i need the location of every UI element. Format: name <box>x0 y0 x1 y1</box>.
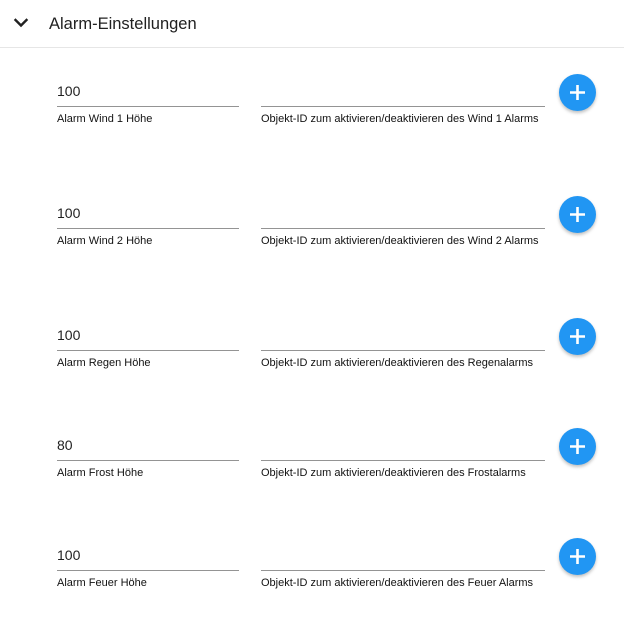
object-id-field[interactable] <box>261 431 545 461</box>
alarm-value-label: Alarm Frost Höhe <box>57 467 144 479</box>
alarm-row-wind-2: Alarm Wind 2 Höhe Objekt-ID zum aktivier… <box>0 196 624 279</box>
chevron-down-icon[interactable] <box>12 14 30 32</box>
object-id-field[interactable] <box>261 321 545 351</box>
alarm-value-input[interactable] <box>57 77 239 105</box>
plus-icon <box>570 439 585 454</box>
alarm-row-fire: Alarm Feuer Höhe Objekt-ID zum aktiviere… <box>0 538 624 621</box>
select-object-id-button[interactable] <box>559 196 596 233</box>
object-id-label: Objekt-ID zum aktivieren/deaktivieren de… <box>261 467 526 479</box>
alarm-value-input[interactable] <box>57 541 239 569</box>
plus-icon <box>570 549 585 564</box>
alarm-value-field[interactable] <box>57 199 239 229</box>
object-id-label: Objekt-ID zum aktivieren/deaktivieren de… <box>261 357 534 369</box>
object-id-label: Objekt-ID zum aktivieren/deaktivieren de… <box>261 113 539 125</box>
plus-icon <box>570 85 585 100</box>
alarm-row-frost: Alarm Frost Höhe Objekt-ID zum aktiviere… <box>0 428 624 511</box>
object-id-field[interactable] <box>261 199 545 229</box>
object-id-label: Objekt-ID zum aktivieren/deaktivieren de… <box>261 577 534 589</box>
object-id-input[interactable] <box>261 431 545 459</box>
object-id-input[interactable] <box>261 541 545 569</box>
object-id-field[interactable] <box>261 541 545 571</box>
alarm-value-label: Alarm Wind 2 Höhe <box>57 235 153 247</box>
alarm-value-field[interactable] <box>57 321 239 351</box>
select-object-id-button[interactable] <box>559 74 596 111</box>
select-object-id-button[interactable] <box>559 538 596 575</box>
section-header[interactable]: Alarm-Einstellungen <box>0 0 624 48</box>
alarm-value-label: Alarm Wind 1 Höhe <box>57 113 153 125</box>
alarm-value-field[interactable] <box>57 77 239 107</box>
object-id-input[interactable] <box>261 77 545 105</box>
alarm-value-label: Alarm Feuer Höhe <box>57 577 147 589</box>
object-id-label: Objekt-ID zum aktivieren/deaktivieren de… <box>261 235 539 247</box>
alarm-value-field[interactable] <box>57 431 239 461</box>
object-id-input[interactable] <box>261 199 545 227</box>
alarm-row-wind-1: Alarm Wind 1 Höhe Objekt-ID zum aktivier… <box>0 74 624 157</box>
alarm-value-input[interactable] <box>57 321 239 349</box>
plus-icon <box>570 207 585 222</box>
alarm-value-input[interactable] <box>57 199 239 227</box>
object-id-field[interactable] <box>261 77 545 107</box>
object-id-input[interactable] <box>261 321 545 349</box>
select-object-id-button[interactable] <box>559 428 596 465</box>
alarm-row-rain: Alarm Regen Höhe Objekt-ID zum aktiviere… <box>0 318 624 401</box>
alarm-settings-page: Alarm-Einstellungen Alarm Wind 1 Höhe Ob… <box>0 0 624 636</box>
plus-icon <box>570 329 585 344</box>
section-title: Alarm-Einstellungen <box>49 15 197 33</box>
alarm-value-input[interactable] <box>57 431 239 459</box>
alarm-value-label: Alarm Regen Höhe <box>57 357 151 369</box>
alarm-value-field[interactable] <box>57 541 239 571</box>
select-object-id-button[interactable] <box>559 318 596 355</box>
